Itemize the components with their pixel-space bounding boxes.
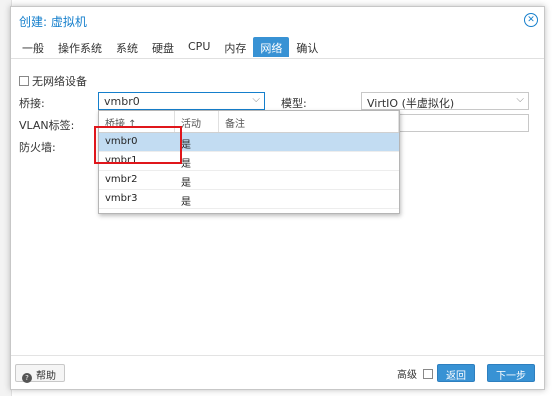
chevron-down-icon[interactable]: ⌵	[516, 94, 524, 105]
bridge-option-active: 是	[181, 197, 191, 208]
column-header-note[interactable]: 备注	[219, 111, 399, 132]
bridge-option-vmbr3[interactable]: vmbr3 是	[99, 190, 399, 209]
create-vm-dialog: 创建: 虚拟机 ✕ 一般 操作系统 系统 硬盘 CPU 内存 网络 确认 无网络…	[10, 6, 545, 390]
tab-memory[interactable]: 内存	[217, 37, 253, 57]
advanced-label: 高级	[397, 370, 417, 381]
bridge-option-note	[219, 171, 399, 189]
back-button[interactable]: 返回	[437, 364, 475, 382]
bridge-combobox[interactable]: vmbr0 ⌵	[98, 92, 265, 110]
column-header-bridge[interactable]: 桥接 ↑	[99, 111, 175, 132]
bridge-option-vmbr2[interactable]: vmbr2 是	[99, 171, 399, 190]
bridge-option-name: vmbr1	[105, 155, 138, 166]
tab-general[interactable]: 一般	[15, 37, 51, 57]
tab-cpu[interactable]: CPU	[181, 37, 217, 57]
bridge-option-name: vmbr2	[105, 174, 138, 185]
tab-os[interactable]: 操作系统	[51, 37, 109, 57]
vlan-label: VLAN标签:	[19, 119, 75, 132]
no-network-checkbox[interactable]	[19, 76, 29, 86]
dialog-footer: ? 帮助 高级 返回 下一步	[11, 355, 544, 389]
bridge-option-note	[219, 133, 399, 151]
model-value: VirtIO (半虚拟化)	[367, 97, 455, 110]
bridge-dropdown-list: 桥接 ↑ 活动 备注 vmbr0 是 vmbr1 是 vmbr2 是 vmbr3…	[98, 110, 400, 214]
bridge-option-note	[219, 152, 399, 170]
model-combobox[interactable]: VirtIO (半虚拟化) ⌵	[361, 92, 529, 110]
next-button[interactable]: 下一步	[487, 364, 535, 382]
tab-disk[interactable]: 硬盘	[145, 37, 181, 57]
advanced-option[interactable]: 高级	[397, 366, 436, 381]
advanced-checkbox[interactable]	[423, 369, 434, 379]
tab-system[interactable]: 系统	[109, 37, 145, 57]
bridge-option-active: 是	[181, 140, 191, 151]
column-header-active[interactable]: 活动	[175, 111, 219, 132]
close-icon[interactable]: ✕	[524, 13, 538, 27]
bridge-option-note	[219, 190, 399, 208]
dialog-title: 创建: 虚拟机	[19, 15, 87, 29]
bridge-option-name: vmbr3	[105, 193, 138, 204]
chevron-down-icon[interactable]: ⌵	[252, 94, 260, 105]
bridge-option-name: vmbr0	[105, 136, 138, 147]
help-label: 帮助	[36, 371, 56, 382]
question-icon: ?	[22, 373, 32, 383]
dropdown-header: 桥接 ↑ 活动 备注	[99, 111, 399, 133]
no-network-option[interactable]: 无网络设备	[19, 73, 87, 89]
bridge-option-vmbr1[interactable]: vmbr1 是	[99, 152, 399, 171]
bridge-option-active: 是	[181, 178, 191, 189]
bridge-label: 桥接:	[19, 97, 45, 110]
model-label: 模型:	[281, 97, 307, 110]
bridge-value: vmbr0	[104, 95, 140, 108]
bridge-option-active: 是	[181, 159, 191, 170]
dialog-title-bar: 创建: 虚拟机 ✕	[11, 7, 544, 35]
wizard-tabs: 一般 操作系统 系统 硬盘 CPU 内存 网络 确认	[11, 35, 544, 59]
tab-confirm[interactable]: 确认	[289, 37, 325, 57]
help-button[interactable]: ? 帮助	[15, 364, 65, 383]
no-network-label: 无网络设备	[32, 75, 87, 88]
bridge-option-vmbr0[interactable]: vmbr0 是	[99, 133, 399, 152]
firewall-label: 防火墙:	[19, 141, 56, 154]
tab-network[interactable]: 网络	[253, 37, 290, 57]
